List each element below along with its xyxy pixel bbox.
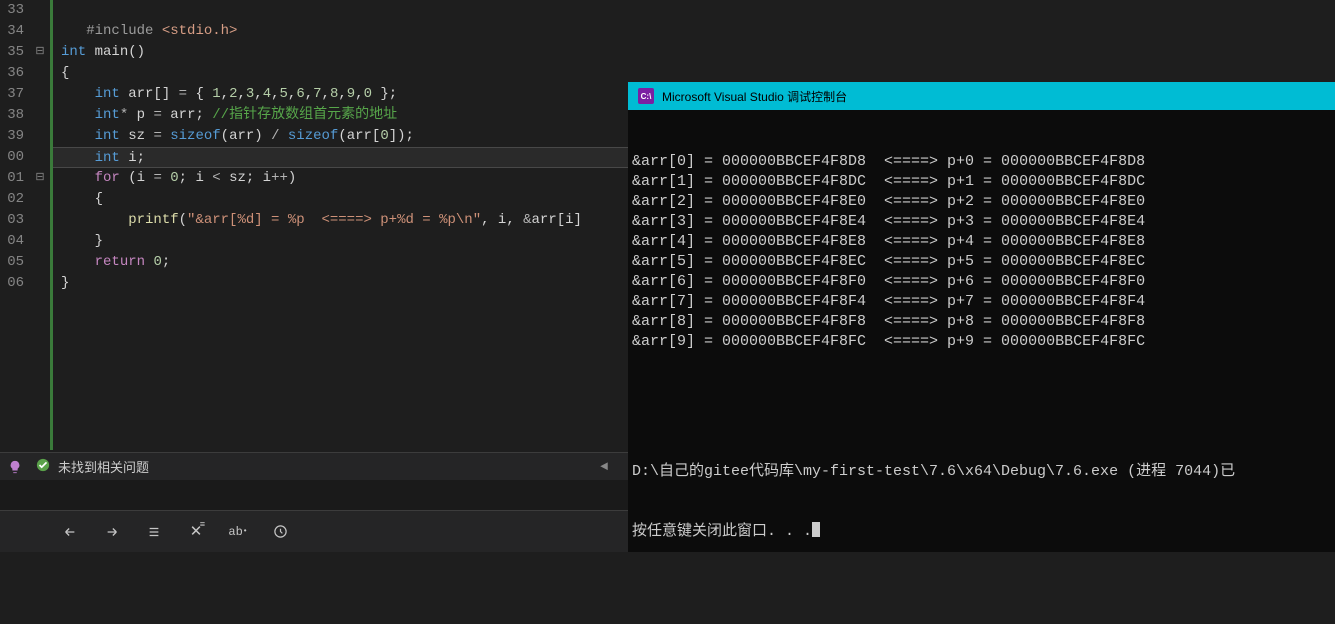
line-number-gutter: 3334353637383900010203040506: [0, 0, 30, 450]
panel-gap: [0, 480, 628, 510]
console-output-line: &arr[2] = 000000BBCEF4F8E0 <====> p+2 = …: [632, 192, 1331, 212]
check-icon: [36, 458, 50, 476]
find-toolbar: ✕≡ ab•: [0, 510, 628, 552]
console-prompt-line: 按任意键关闭此窗口. . .: [632, 522, 1331, 542]
console-output-line: &arr[7] = 000000BBCEF4F8F4 <====> p+7 = …: [632, 292, 1331, 312]
console-output-line: &arr[1] = 000000BBCEF4F8DC <====> p+1 = …: [632, 172, 1331, 192]
debug-console-window[interactable]: C:\ Microsoft Visual Studio 调试控制台 &arr[0…: [628, 82, 1335, 552]
clear-icon[interactable]: ✕≡: [186, 522, 206, 542]
console-app-icon: C:\: [638, 88, 654, 104]
cursor-block: [812, 522, 820, 537]
collapse-arrow-icon[interactable]: ◄: [600, 459, 608, 474]
status-bar: 未找到相关问题 ◄: [0, 452, 628, 480]
console-output-line: &arr[3] = 000000BBCEF4F8E4 <====> p+3 = …: [632, 212, 1331, 232]
console-exit-line: D:\自己的gitee代码库\my-first-test\7.6\x64\Deb…: [632, 462, 1331, 482]
console-output-line: &arr[0] = 000000BBCEF4F8D8 <====> p+0 = …: [632, 152, 1331, 172]
console-output-line: &arr[5] = 000000BBCEF4F8EC <====> p+5 = …: [632, 252, 1331, 272]
console-title-text: Microsoft Visual Studio 调试控制台: [662, 88, 847, 105]
lightbulb-icon[interactable]: [0, 453, 30, 481]
prev-result-button[interactable]: [60, 522, 80, 542]
console-output-line: &arr[6] = 000000BBCEF4F8F0 <====> p+6 = …: [632, 272, 1331, 292]
list-icon[interactable]: [144, 522, 164, 542]
code-editor[interactable]: 3334353637383900010203040506 ⊟⊟ #include…: [0, 0, 628, 450]
console-output-line: &arr[4] = 000000BBCEF4F8E8 <====> p+4 = …: [632, 232, 1331, 252]
status-text: 未找到相关问题: [58, 457, 149, 476]
fold-marker-column[interactable]: ⊟⊟: [30, 0, 50, 450]
console-output-line: &arr[9] = 000000BBCEF4F8FC <====> p+9 = …: [632, 332, 1331, 352]
console-output-line: &arr[8] = 000000BBCEF4F8F8 <====> p+8 = …: [632, 312, 1331, 332]
code-content[interactable]: #include <stdio.h>int main(){ int arr[] …: [50, 0, 628, 450]
history-icon[interactable]: [270, 522, 290, 542]
console-titlebar[interactable]: C:\ Microsoft Visual Studio 调试控制台: [628, 82, 1335, 110]
next-result-button[interactable]: [102, 522, 122, 542]
console-output[interactable]: &arr[0] = 000000BBCEF4F8D8 <====> p+0 = …: [628, 110, 1335, 624]
match-case-icon[interactable]: ab•: [228, 522, 248, 542]
